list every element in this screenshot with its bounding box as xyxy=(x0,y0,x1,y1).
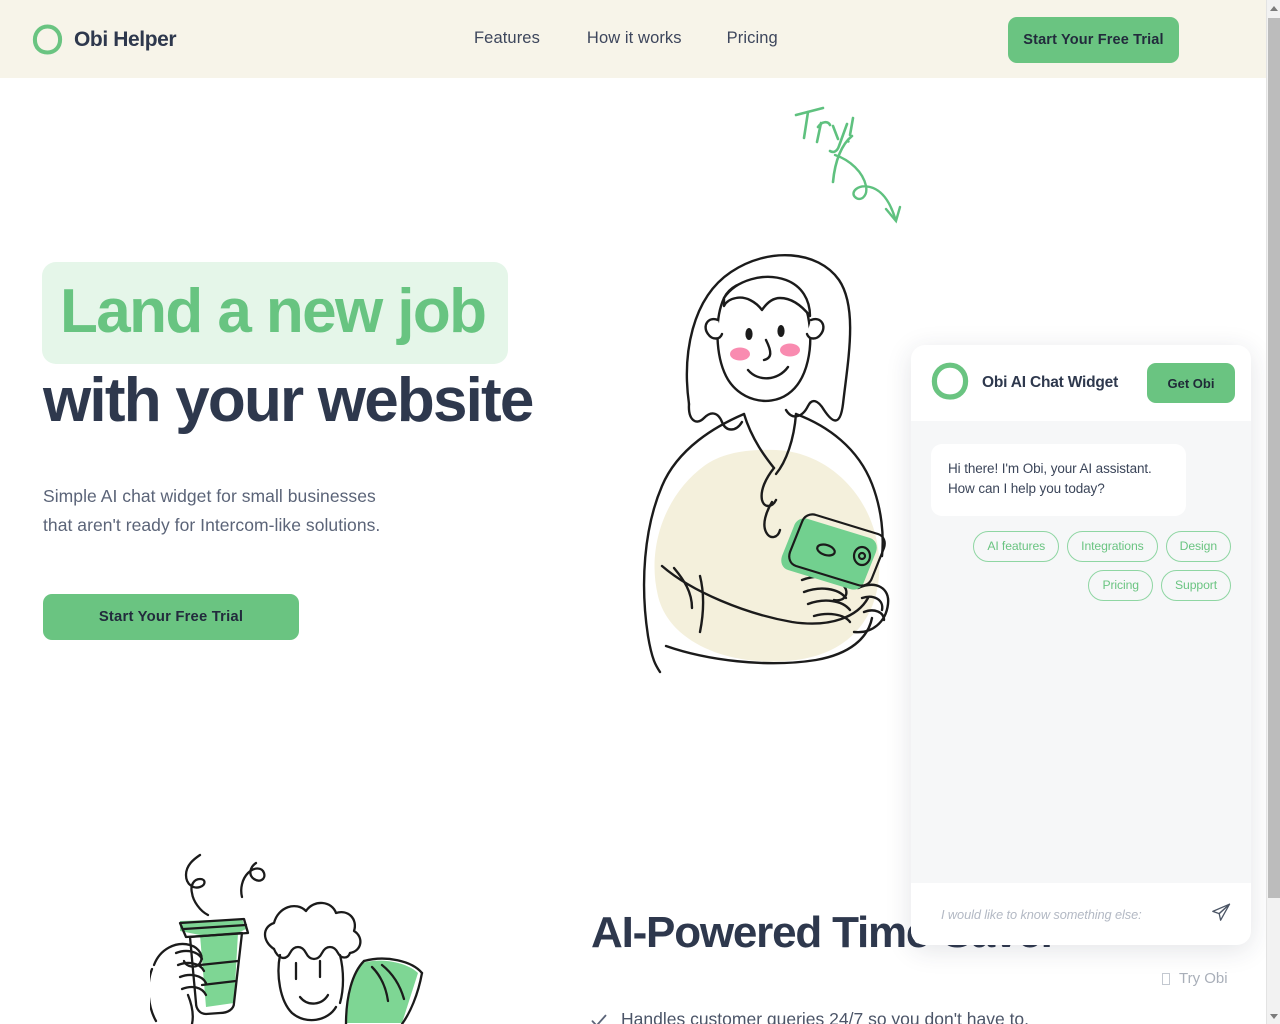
chat-widget-title: Obi AI Chat Widget xyxy=(982,374,1119,391)
scrollbar-thumb[interactable] xyxy=(1268,18,1280,898)
chat-widget-body: Hi there! I'm Obi, your AI assistant. Ho… xyxy=(911,421,1251,883)
chat-widget-logo-icon xyxy=(931,362,969,405)
suggestion-chip-ai-features[interactable]: AI features xyxy=(973,530,1060,562)
site-header: Obi Helper Features How it works Pricing… xyxy=(0,0,1268,78)
try-obi-badge[interactable]: Try Obi xyxy=(1162,970,1228,987)
hero-title: Land a new job with your website xyxy=(42,262,534,435)
curly-arrow-down-right-icon xyxy=(794,106,902,224)
assistant-message-bubble: Hi there! I'm Obi, your AI assistant. Ho… xyxy=(931,444,1186,516)
cheek-left xyxy=(730,347,750,361)
feature-list-item-text: Handles customer queries 24/7 so you don… xyxy=(621,1009,1030,1024)
hero-headline-highlight-text: Land a new job xyxy=(60,277,487,346)
try-annotation xyxy=(780,90,915,240)
hero-illustration xyxy=(596,236,916,681)
hero-subtext: Simple AI chat widget for small business… xyxy=(43,482,380,540)
feature-list-item: Handles customer queries 24/7 so you don… xyxy=(591,1006,1029,1024)
lower-illustration xyxy=(147,845,450,1024)
suggestion-chip-design[interactable]: Design xyxy=(1165,530,1231,562)
hero-subtext-line-2: that aren't ready for Intercom-like solu… xyxy=(43,514,381,535)
try-obi-label: Try Obi xyxy=(1179,970,1228,987)
chat-input-bar xyxy=(911,883,1251,945)
scroll-up-arrow-icon[interactable] xyxy=(1267,0,1280,16)
assistant-message-line-2: How can I help you today? xyxy=(948,481,1105,497)
nav-item-pricing[interactable]: Pricing xyxy=(727,29,778,48)
page-root: Obi Helper Features How it works Pricing… xyxy=(0,0,1280,1024)
suggestion-chip-pricing[interactable]: Pricing xyxy=(1088,569,1153,601)
hero-subtext-line-1: Simple AI chat widget for small business… xyxy=(43,486,376,506)
suggestion-chips: AI features Integrations Design Pricing … xyxy=(931,530,1231,601)
missing-glyph-icon xyxy=(1162,972,1170,985)
get-obi-button[interactable]: Get Obi xyxy=(1147,363,1235,403)
eye-left xyxy=(745,328,753,340)
chat-message-input[interactable] xyxy=(941,906,1201,922)
arrow-curve xyxy=(833,153,902,224)
scroll-down-arrow-icon[interactable] xyxy=(1267,1008,1280,1024)
paper-plane-icon[interactable] xyxy=(1211,902,1231,927)
suggestion-chip-support[interactable]: Support xyxy=(1161,569,1231,601)
main-nav: Features How it works Pricing xyxy=(474,29,778,48)
hero-headline-rest: with your website xyxy=(43,365,534,435)
hero-start-trial-button[interactable]: Start Your Free Trial xyxy=(43,594,299,640)
hero-headline-highlight: Land a new job xyxy=(42,262,509,364)
eye-right xyxy=(777,325,785,337)
assistant-message-line-1: Hi there! I'm Obi, your AI assistant. xyxy=(948,461,1152,476)
header-start-trial-button[interactable]: Start Your Free Trial xyxy=(1008,17,1179,63)
brand-logo[interactable]: Obi Helper xyxy=(32,24,177,55)
chat-widget-header: Obi AI Chat Widget Get Obi xyxy=(911,345,1251,421)
obi-ring-logo-icon xyxy=(32,24,63,55)
scrollbar[interactable] xyxy=(1266,0,1280,1024)
woman-holding-green-phone-line-art-icon xyxy=(642,254,890,674)
check-icon xyxy=(591,1009,607,1024)
suggestion-chip-integrations[interactable]: Integrations xyxy=(1067,530,1158,562)
brand-name: Obi Helper xyxy=(74,27,177,51)
chat-widget: Obi AI Chat Widget Get Obi Hi there! I'm… xyxy=(911,345,1251,945)
nav-item-features[interactable]: Features xyxy=(474,29,540,48)
cheek-right xyxy=(780,343,800,357)
coffee-cup-and-reader-line-art-icon xyxy=(147,853,424,1024)
feature-list: Handles customer queries 24/7 so you don… xyxy=(591,1006,1029,1024)
nav-item-how-it-works[interactable]: How it works xyxy=(587,29,682,48)
